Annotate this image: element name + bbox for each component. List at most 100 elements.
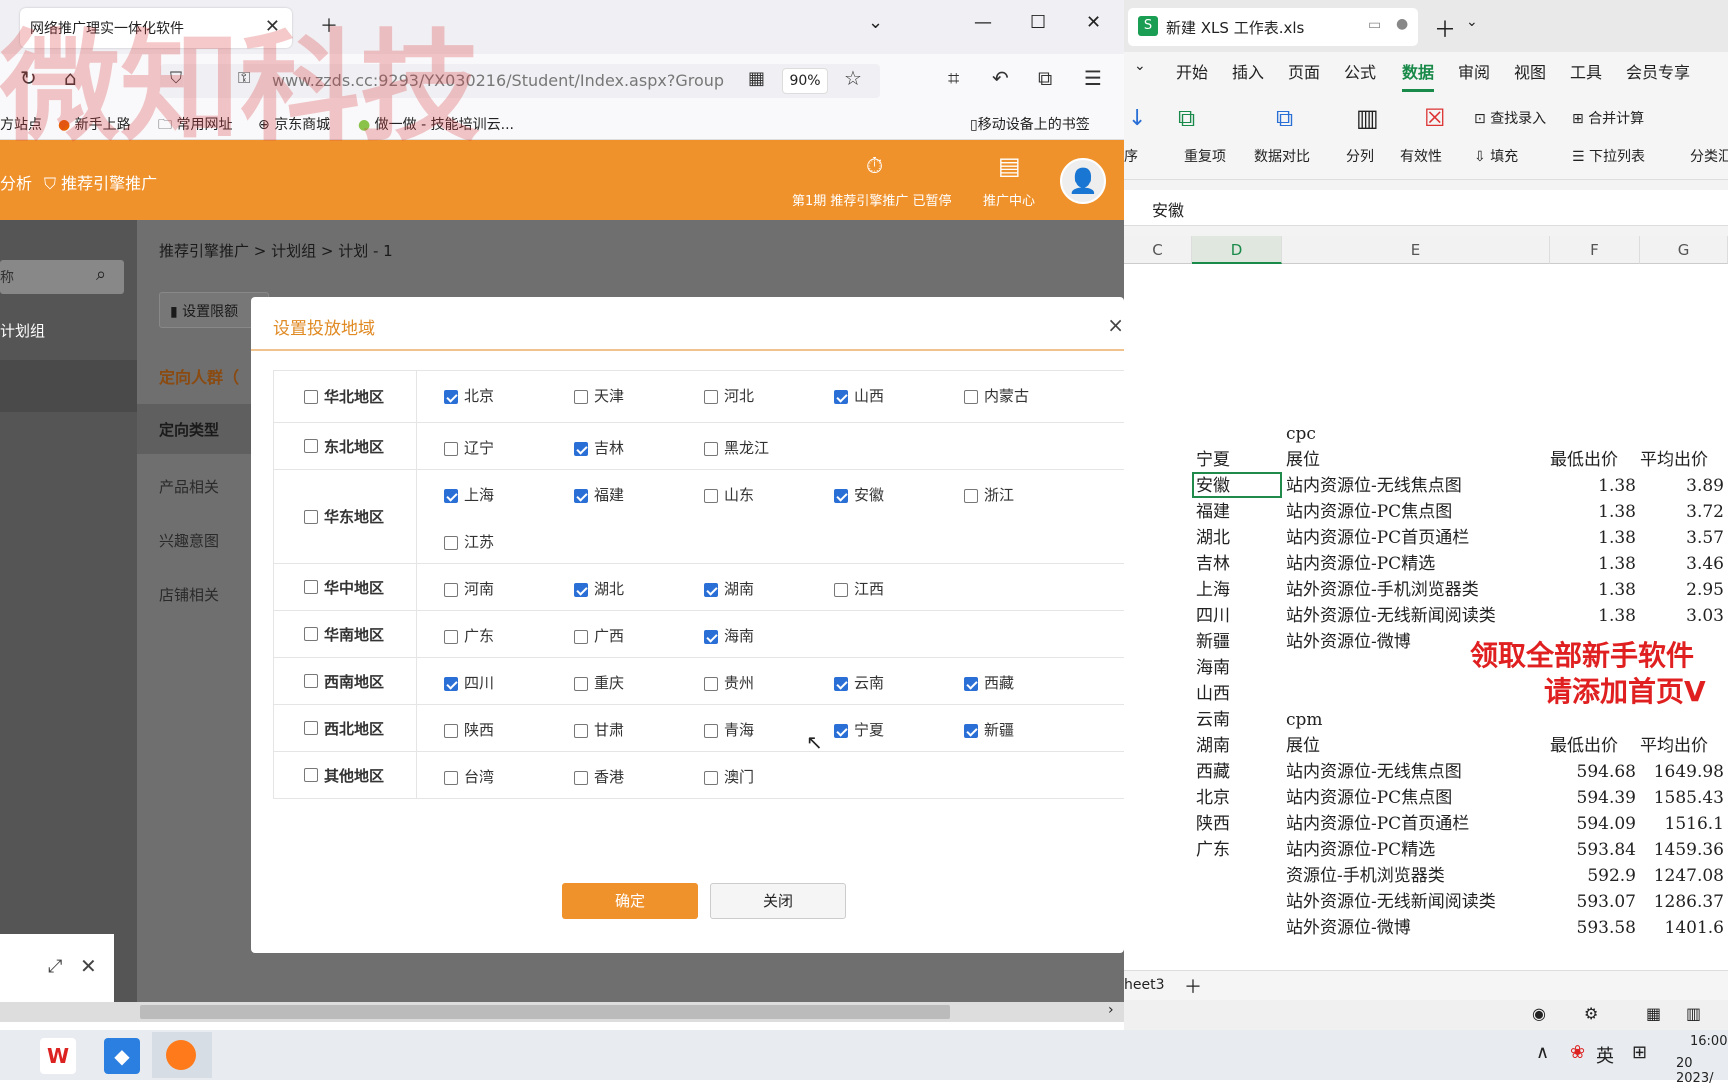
checkbox-icon[interactable] — [304, 389, 318, 404]
region-checkbox[interactable]: 西北地区 — [274, 705, 417, 751]
province-checkbox[interactable]: 河南 — [444, 578, 494, 599]
ribbon-dropdown-list[interactable]: ☰ 下拉列表 — [1572, 146, 1645, 166]
checkbox-icon[interactable] — [574, 389, 588, 404]
province-checkbox[interactable]: 江苏 — [444, 531, 494, 552]
province-checkbox[interactable]: 上海 — [444, 484, 494, 505]
menu-insert[interactable]: 插入 — [1232, 59, 1264, 83]
province-checkbox[interactable]: 福建 — [574, 484, 624, 505]
sheet-cell[interactable]: 上海 — [1196, 577, 1282, 603]
checkbox-icon[interactable] — [444, 582, 458, 597]
checkbox-icon[interactable] — [304, 439, 318, 453]
sheet-cell[interactable]: 1.38 — [1550, 603, 1636, 629]
sheet-cell[interactable]: 站内资源位-PC焦点图 — [1286, 499, 1548, 525]
sheet-cell[interactable]: 3.57 — [1640, 525, 1724, 551]
checkbox-icon[interactable] — [444, 535, 458, 550]
sheet-cell[interactable]: 云南 — [1196, 707, 1282, 733]
province-checkbox[interactable]: 湖南 — [704, 578, 754, 599]
province-checkbox[interactable]: 吉林 — [574, 437, 624, 458]
sheet-cell[interactable]: 最低出价 — [1550, 447, 1636, 473]
region-checkbox[interactable]: 西南地区 — [274, 658, 417, 704]
checkbox-icon[interactable] — [574, 582, 588, 597]
sheet-cell[interactable]: 北京 — [1196, 785, 1282, 811]
nav-item-analysis[interactable]: 分析 — [0, 170, 32, 194]
province-checkbox[interactable]: 海南 — [704, 625, 754, 646]
checkbox-icon[interactable] — [704, 488, 718, 503]
region-checkbox[interactable]: 华北地区 — [274, 371, 417, 422]
checkbox-icon[interactable] — [574, 629, 588, 644]
province-checkbox[interactable]: 山西 — [834, 385, 884, 406]
bookmark-item[interactable]: ▯移动设备上的书签 — [970, 114, 1090, 134]
checkbox-icon[interactable] — [834, 723, 848, 738]
sheet-cell[interactable]: 西藏 — [1196, 759, 1282, 785]
checkbox-icon[interactable] — [304, 721, 318, 735]
province-checkbox[interactable]: 天津 — [574, 385, 624, 406]
column-header[interactable]: E — [1282, 236, 1550, 264]
checkbox-icon[interactable] — [304, 768, 318, 782]
checkbox-icon[interactable] — [964, 389, 978, 404]
checkbox-icon[interactable] — [704, 582, 718, 597]
checkbox-icon[interactable] — [704, 676, 718, 691]
province-checkbox[interactable]: 宁夏 — [834, 719, 884, 740]
spreadsheet-tab[interactable]: S 新建 XLS 工作表.xls ▭ ● — [1128, 8, 1418, 46]
province-checkbox[interactable]: 浙江 — [964, 484, 1014, 505]
menu-tools[interactable]: 工具 — [1570, 59, 1602, 83]
close-window-icon[interactable]: ✕ — [1086, 12, 1101, 33]
ribbon-duplicates[interactable]: 重复项 — [1184, 146, 1226, 166]
checkbox-icon[interactable] — [574, 723, 588, 738]
sheet-cell[interactable]: 站内资源位-PC精选 — [1286, 837, 1548, 863]
sheet-cell[interactable]: 1459.36 — [1640, 837, 1724, 863]
maximize-icon[interactable]: ☐ — [1030, 12, 1046, 33]
province-checkbox[interactable]: 辽宁 — [444, 437, 494, 458]
sheet-cell[interactable]: 站内资源位-PC首页通栏 — [1286, 811, 1548, 837]
sheet-cell[interactable]: 592.9 — [1550, 863, 1636, 889]
province-checkbox[interactable]: 澳门 — [704, 766, 754, 787]
ribbon-sort[interactable]: 序 — [1124, 146, 1138, 166]
close-icon[interactable]: ✕ — [80, 954, 97, 978]
ribbon-lookup[interactable]: ⊡ 查找录入 — [1474, 108, 1546, 128]
sheet-cell[interactable]: 海南 — [1196, 655, 1282, 681]
eye-icon[interactable]: ◉ — [1532, 1004, 1546, 1023]
checkbox-icon[interactable] — [834, 488, 848, 503]
star-icon[interactable]: ☆ — [844, 66, 862, 90]
checkbox-icon[interactable] — [304, 580, 318, 594]
checkbox-icon[interactable] — [444, 629, 458, 644]
sheet-cell[interactable]: 1.38 — [1550, 525, 1636, 551]
close-button[interactable]: 关闭 — [710, 883, 846, 919]
wps-icon[interactable]: W — [40, 1038, 76, 1074]
sheet-cell[interactable]: 3.03 — [1640, 603, 1724, 629]
province-checkbox[interactable]: 甘肃 — [574, 719, 624, 740]
menu-item-interest[interactable]: 兴趣意图 — [159, 530, 219, 551]
menu-page[interactable]: 页面 — [1288, 59, 1320, 83]
ime-indicator[interactable]: 英 — [1596, 1042, 1614, 1068]
sheet-cell[interactable]: 四川 — [1196, 603, 1282, 629]
sort-icon[interactable]: ↓ — [1128, 106, 1146, 131]
column-header[interactable]: C — [1124, 236, 1192, 264]
sheet-cell[interactable]: 资源位-手机浏览器类 — [1286, 863, 1548, 889]
sheet-cell[interactable]: 1516.1 — [1640, 811, 1724, 837]
sheet-cell[interactable]: 3.46 — [1640, 551, 1724, 577]
sheet-cell[interactable]: 站内资源位-无线焦点图 — [1286, 473, 1548, 499]
keyboard-icon[interactable]: ⊞ — [1632, 1042, 1647, 1063]
region-checkbox[interactable]: 华南地区 — [274, 611, 417, 657]
province-checkbox[interactable]: 台湾 — [444, 766, 494, 787]
sheet-cell[interactable]: 594.09 — [1550, 811, 1636, 837]
checkbox-icon[interactable] — [444, 488, 458, 503]
promo-center-link[interactable]: 推广中心 — [983, 190, 1035, 209]
sheet-cell[interactable]: 平均出价 — [1640, 733, 1724, 759]
sheet-cell[interactable]: 站外资源位-无线新闻阅读类 — [1286, 889, 1548, 915]
checkbox-icon[interactable] — [574, 488, 588, 503]
province-checkbox[interactable]: 新疆 — [964, 719, 1014, 740]
sheet-cell[interactable]: 站内资源位-PC首页通栏 — [1286, 525, 1548, 551]
extension-icon[interactable]: ⧉ — [1038, 66, 1052, 90]
promo-center-icon[interactable]: ▤ — [998, 152, 1021, 180]
horizontal-scrollbar[interactable]: › — [0, 1002, 1124, 1022]
checkbox-icon[interactable] — [444, 441, 458, 456]
sheet-cell[interactable]: 1.38 — [1550, 551, 1636, 577]
sheet-cell[interactable]: 陕西 — [1196, 811, 1282, 837]
search-input[interactable]: 称 ⌕ — [0, 260, 124, 294]
sheet-cell[interactable]: 湖南 — [1196, 733, 1282, 759]
menu-data[interactable]: 数据 — [1402, 59, 1435, 92]
window-icon[interactable]: ▭ — [1368, 17, 1381, 33]
province-checkbox[interactable]: 陕西 — [444, 719, 494, 740]
sheet-cell[interactable]: 最低出价 — [1550, 733, 1636, 759]
